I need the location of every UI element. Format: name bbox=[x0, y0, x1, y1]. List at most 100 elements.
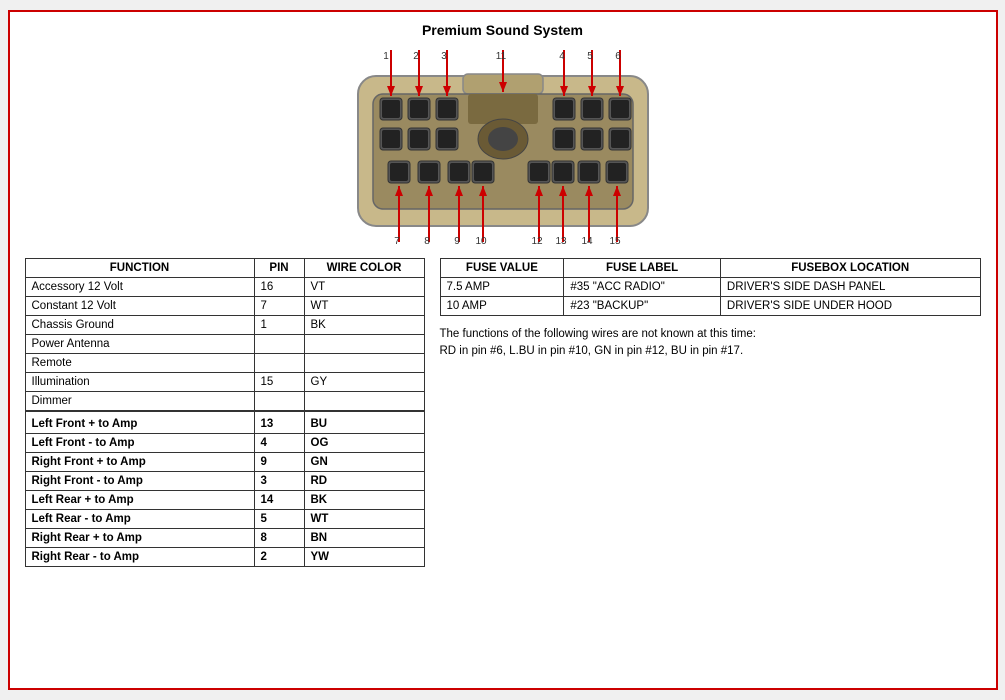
cell-function: Constant 12 Volt bbox=[25, 297, 254, 316]
cell-pin: 2 bbox=[254, 548, 304, 567]
cell-pin: 8 bbox=[254, 529, 304, 548]
cell-function: Dimmer bbox=[25, 392, 254, 412]
svg-text:4: 4 bbox=[559, 51, 565, 62]
table-row: Right Front - to Amp 3 RD bbox=[25, 472, 424, 491]
main-container: Premium Sound System bbox=[8, 10, 998, 690]
svg-text:11: 11 bbox=[495, 51, 506, 62]
cell-pin: 15 bbox=[254, 373, 304, 392]
fuse-header-row: FUSE VALUE FUSE LABEL FUSEBOX LOCATION bbox=[440, 259, 980, 278]
col-function: FUNCTION bbox=[25, 259, 254, 278]
table-row: Illumination 15 GY bbox=[25, 373, 424, 392]
cell-pin: 5 bbox=[254, 510, 304, 529]
cell-function: Right Rear + to Amp bbox=[25, 529, 254, 548]
cell-fuse-value: 7.5 AMP bbox=[440, 278, 564, 297]
table-row: Dimmer bbox=[25, 392, 424, 412]
note-text: The functions of the following wires are… bbox=[440, 326, 981, 361]
col-fuse-label: FUSE LABEL bbox=[564, 259, 721, 278]
cell-function: Right Rear - to Amp bbox=[25, 548, 254, 567]
svg-text:7: 7 bbox=[394, 236, 400, 246]
fuse-table-row: 7.5 AMP #35 "ACC RADIO" DRIVER'S SIDE DA… bbox=[440, 278, 980, 297]
cell-function: Power Antenna bbox=[25, 335, 254, 354]
fuse-table-row: 10 AMP #23 "BACKUP" DRIVER'S SIDE UNDER … bbox=[440, 297, 980, 316]
cell-function: Left Front + to Amp bbox=[25, 411, 254, 434]
cell-pin: 7 bbox=[254, 297, 304, 316]
cell-color bbox=[304, 354, 424, 373]
cell-pin: 3 bbox=[254, 472, 304, 491]
cell-fuse-label: #23 "BACKUP" bbox=[564, 297, 721, 316]
connector-diagram: 1 2 3 11 4 5 6 7 8 9 10 12 13 14 15 bbox=[25, 46, 981, 246]
table-row: Left Rear - to Amp 5 WT bbox=[25, 510, 424, 529]
cell-function: Left Rear - to Amp bbox=[25, 510, 254, 529]
cell-pin: 9 bbox=[254, 453, 304, 472]
cell-pin: 1 bbox=[254, 316, 304, 335]
table-header-row: FUNCTION PIN WIRE COLOR bbox=[25, 259, 424, 278]
cell-color: GY bbox=[304, 373, 424, 392]
cell-fuse-value: 10 AMP bbox=[440, 297, 564, 316]
svg-text:8: 8 bbox=[424, 236, 430, 246]
cell-color bbox=[304, 392, 424, 412]
cell-color: GN bbox=[304, 453, 424, 472]
cell-color: BK bbox=[304, 491, 424, 510]
cell-color bbox=[304, 335, 424, 354]
cell-function: Left Front - to Amp bbox=[25, 434, 254, 453]
cell-color: RD bbox=[304, 472, 424, 491]
table-row: Left Rear + to Amp 14 BK bbox=[25, 491, 424, 510]
table-row: Chassis Ground 1 BK bbox=[25, 316, 424, 335]
cell-color: YW bbox=[304, 548, 424, 567]
col-color: WIRE COLOR bbox=[304, 259, 424, 278]
cell-color: WT bbox=[304, 510, 424, 529]
cell-function: Right Front + to Amp bbox=[25, 453, 254, 472]
table-row: Left Front + to Amp 13 BU bbox=[25, 411, 424, 434]
cell-fusebox-loc: DRIVER'S SIDE DASH PANEL bbox=[720, 278, 980, 297]
svg-text:6: 6 bbox=[615, 51, 621, 62]
cell-pin bbox=[254, 354, 304, 373]
cell-fusebox-loc: DRIVER'S SIDE UNDER HOOD bbox=[720, 297, 980, 316]
cell-fuse-label: #35 "ACC RADIO" bbox=[564, 278, 721, 297]
table-row: Remote bbox=[25, 354, 424, 373]
col-fuse-value: FUSE VALUE bbox=[440, 259, 564, 278]
table-row: Right Front + to Amp 9 GN bbox=[25, 453, 424, 472]
cell-color: BK bbox=[304, 316, 424, 335]
svg-text:13: 13 bbox=[555, 236, 567, 246]
table-row: Right Rear + to Amp 8 BN bbox=[25, 529, 424, 548]
cell-color: OG bbox=[304, 434, 424, 453]
svg-text:14: 14 bbox=[581, 236, 593, 246]
table-row: Right Rear - to Amp 2 YW bbox=[25, 548, 424, 567]
cell-color: BU bbox=[304, 411, 424, 434]
svg-text:10: 10 bbox=[475, 236, 487, 246]
cell-color: BN bbox=[304, 529, 424, 548]
cell-pin: 13 bbox=[254, 411, 304, 434]
col-fusebox-location: FUSEBOX LOCATION bbox=[720, 259, 980, 278]
svg-text:9: 9 bbox=[454, 236, 460, 246]
table-row: Left Front - to Amp 4 OG bbox=[25, 434, 424, 453]
connector-svg: 1 2 3 11 4 5 6 7 8 9 10 12 13 14 15 bbox=[308, 46, 698, 246]
svg-text:2: 2 bbox=[413, 51, 419, 62]
table-row: Power Antenna bbox=[25, 335, 424, 354]
page-title: Premium Sound System bbox=[25, 22, 981, 38]
main-wiring-table: FUNCTION PIN WIRE COLOR Accessory 12 Vol… bbox=[25, 258, 425, 567]
cell-pin bbox=[254, 335, 304, 354]
cell-pin bbox=[254, 392, 304, 412]
cell-color: WT bbox=[304, 297, 424, 316]
col-pin: PIN bbox=[254, 259, 304, 278]
svg-text:1: 1 bbox=[383, 51, 389, 62]
right-area: FUSE VALUE FUSE LABEL FUSEBOX LOCATION 7… bbox=[440, 258, 981, 361]
fuse-table: FUSE VALUE FUSE LABEL FUSEBOX LOCATION 7… bbox=[440, 258, 981, 316]
cell-pin: 14 bbox=[254, 491, 304, 510]
svg-text:3: 3 bbox=[441, 51, 447, 62]
svg-text:12: 12 bbox=[531, 236, 543, 246]
cell-function: Accessory 12 Volt bbox=[25, 278, 254, 297]
cell-function: Remote bbox=[25, 354, 254, 373]
cell-function: Right Front - to Amp bbox=[25, 472, 254, 491]
cell-color: VT bbox=[304, 278, 424, 297]
cell-function: Chassis Ground bbox=[25, 316, 254, 335]
cell-pin: 16 bbox=[254, 278, 304, 297]
table-row: Accessory 12 Volt 16 VT bbox=[25, 278, 424, 297]
cell-function: Left Rear + to Amp bbox=[25, 491, 254, 510]
table-row: Constant 12 Volt 7 WT bbox=[25, 297, 424, 316]
cell-function: Illumination bbox=[25, 373, 254, 392]
svg-text:15: 15 bbox=[609, 236, 621, 246]
content-area: FUNCTION PIN WIRE COLOR Accessory 12 Vol… bbox=[25, 258, 981, 567]
wiring-table: FUNCTION PIN WIRE COLOR Accessory 12 Vol… bbox=[25, 258, 425, 567]
cell-pin: 4 bbox=[254, 434, 304, 453]
